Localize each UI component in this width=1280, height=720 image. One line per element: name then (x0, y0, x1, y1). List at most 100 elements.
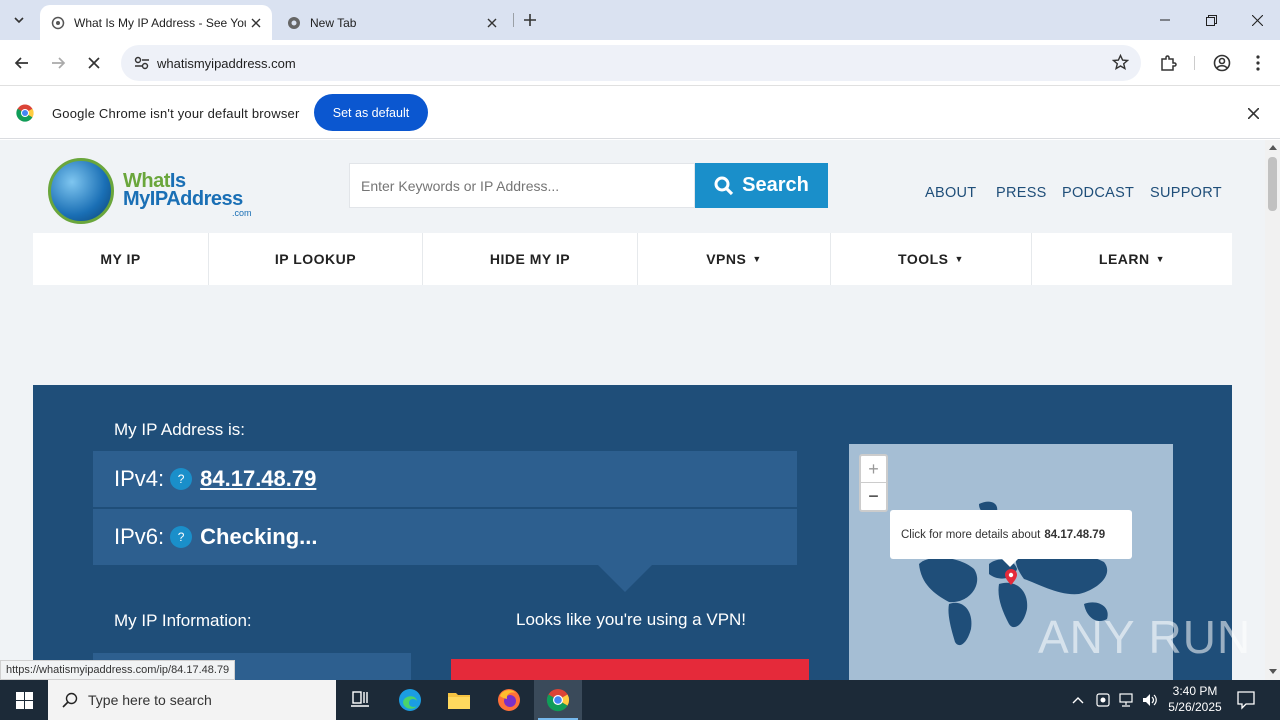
meet-now-icon[interactable] (1095, 692, 1111, 708)
back-button[interactable] (8, 49, 36, 77)
page-scrollbar[interactable] (1265, 140, 1280, 680)
profile-icon (1213, 54, 1231, 72)
folder-icon (448, 693, 470, 709)
chrome-logo-icon (16, 104, 34, 127)
tab-search-button[interactable] (6, 8, 32, 32)
forward-button[interactable] (44, 49, 72, 77)
link-podcast[interactable]: PODCAST (1062, 185, 1134, 201)
tab-separator (513, 13, 514, 27)
site-search-button[interactable]: Search (695, 163, 828, 208)
windows-taskbar: Type here to search 3:40 PM 5/26/2025 (0, 680, 1280, 720)
nav-hide-my-ip[interactable]: HIDE MY IP (423, 233, 638, 285)
clock-time: 3:40 PM (1172, 684, 1218, 698)
scrollbar-thumb[interactable] (1268, 157, 1277, 211)
task-view-icon (351, 691, 369, 707)
profile-button[interactable] (1210, 51, 1234, 75)
nav-tools[interactable]: TOOLS ▼ (831, 233, 1032, 285)
taskbar-search-placeholder: Type here to search (88, 692, 212, 708)
site-search-input[interactable]: Enter Keywords or IP Address... (349, 163, 695, 208)
taskbar-clock[interactable]: 3:40 PM 5/26/2025 (1160, 683, 1230, 715)
map-popup[interactable]: Click for more details about 84.17.48.79 (890, 510, 1132, 567)
vpn-detected-message: Looks like you're using a VPN! (516, 610, 747, 629)
windows-logo-icon (15, 691, 33, 709)
link-support[interactable]: SUPPORT (1150, 185, 1222, 201)
set-as-default-button[interactable]: Set as default (314, 94, 428, 131)
chrome-favicon-icon (286, 15, 302, 31)
tab-strip: What Is My IP Address - See Your New Tab (0, 0, 1280, 40)
network-icon[interactable] (1118, 692, 1134, 708)
plus-icon (524, 14, 536, 26)
link-press[interactable]: PRESS (996, 185, 1047, 201)
map-pin-icon[interactable] (1005, 569, 1017, 585)
close-icon (1251, 14, 1263, 26)
nav-ip-lookup[interactable]: IP LOOKUP (209, 233, 423, 285)
scroll-up-icon[interactable] (1268, 143, 1277, 151)
popup-text: Click for more details about (901, 528, 1041, 541)
link-about[interactable]: ABOUT (925, 185, 976, 201)
main-navigation: MY IP IP LOOKUP HIDE MY IP VPNS ▼ TOOLS ▼ … (33, 233, 1232, 285)
site-favicon-icon (50, 15, 66, 31)
link-status-bubble: https://whatismyipaddress.com/ip/84.17.4… (0, 660, 236, 680)
start-button[interactable] (0, 680, 48, 720)
logo-text-com: .com (232, 208, 252, 218)
taskbar-search-box[interactable]: Type here to search (48, 680, 336, 720)
vpn-warning-banner[interactable] (451, 659, 809, 680)
infobar-close-icon[interactable] (1244, 104, 1262, 122)
map-zoom-control: + − (859, 454, 888, 512)
edge-taskbar-button[interactable] (386, 680, 434, 720)
restore-button[interactable] (1188, 6, 1234, 34)
close-tab-icon[interactable] (482, 13, 502, 33)
ipv4-row: IPv4: ? 84.17.48.79 (93, 451, 797, 507)
scroll-down-icon[interactable] (1268, 667, 1277, 675)
zoom-out-button[interactable]: − (861, 483, 886, 510)
address-bar[interactable]: whatismyipaddress.com (121, 45, 1141, 81)
chrome-taskbar-button[interactable] (534, 680, 582, 720)
stop-loading-button[interactable] (80, 49, 108, 77)
tab-title: New Tab (310, 15, 357, 30)
chrome-menu-button[interactable] (1246, 51, 1270, 75)
tab-new-tab[interactable]: New Tab (276, 5, 508, 40)
site-logo[interactable]: WhatIs MyIPAddress .com (48, 156, 258, 228)
nav-my-ip[interactable]: MY IP (33, 233, 209, 285)
new-tab-button[interactable] (518, 8, 542, 32)
help-question-icon[interactable]: ? (170, 526, 193, 548)
puzzle-icon (1161, 55, 1177, 71)
chrome-icon (546, 689, 569, 712)
ipv6-label: IPv6: (114, 524, 165, 549)
nav-learn[interactable]: LEARN ▼ (1032, 233, 1232, 285)
ip-information-heading: My IP Information: (114, 611, 252, 630)
firefox-taskbar-button[interactable] (485, 680, 533, 720)
search-icon (62, 692, 78, 708)
ipv4-label: IPv4: (114, 466, 165, 491)
zoom-in-button[interactable]: + (861, 456, 886, 483)
notification-center-icon[interactable] (1236, 690, 1256, 715)
site-settings-icon[interactable] (127, 56, 157, 70)
nav-vpns[interactable]: VPNS ▼ (638, 233, 831, 285)
close-window-button[interactable] (1234, 6, 1280, 34)
anyrun-watermark: ANY RUN (1038, 611, 1252, 663)
ipv4-value-link[interactable]: 84.17.48.79 (200, 466, 316, 492)
chevron-down-icon (14, 17, 24, 24)
close-tab-icon[interactable] (246, 13, 266, 33)
minimize-button[interactable] (1142, 6, 1188, 34)
bookmark-star-icon[interactable] (1111, 53, 1130, 76)
firefox-icon (498, 689, 520, 711)
globe-logo-icon (48, 158, 114, 224)
arrow-right-icon (52, 57, 66, 69)
ip-heading: My IP Address is: (114, 420, 246, 439)
search-icon (714, 176, 734, 195)
show-hidden-icons[interactable] (1070, 692, 1086, 708)
help-question-icon[interactable]: ? (170, 468, 193, 490)
task-view-button[interactable] (336, 680, 384, 720)
web-page: WhatIs MyIPAddress .com Enter Keywords o… (0, 140, 1265, 680)
volume-icon[interactable] (1142, 692, 1158, 708)
toolbar-divider (1194, 56, 1195, 70)
search-button-label: Search (742, 174, 809, 196)
logo-text-myipaddress: MyIPAddress (123, 188, 243, 210)
tab-title: What Is My IP Address - See Your (74, 15, 246, 30)
url-text[interactable]: whatismyipaddress.com (157, 56, 296, 71)
extensions-button[interactable] (1156, 51, 1180, 75)
tab-whatismyip[interactable]: What Is My IP Address - See Your (40, 5, 272, 40)
file-explorer-taskbar-button[interactable] (435, 680, 483, 720)
callout-notch (598, 565, 652, 592)
